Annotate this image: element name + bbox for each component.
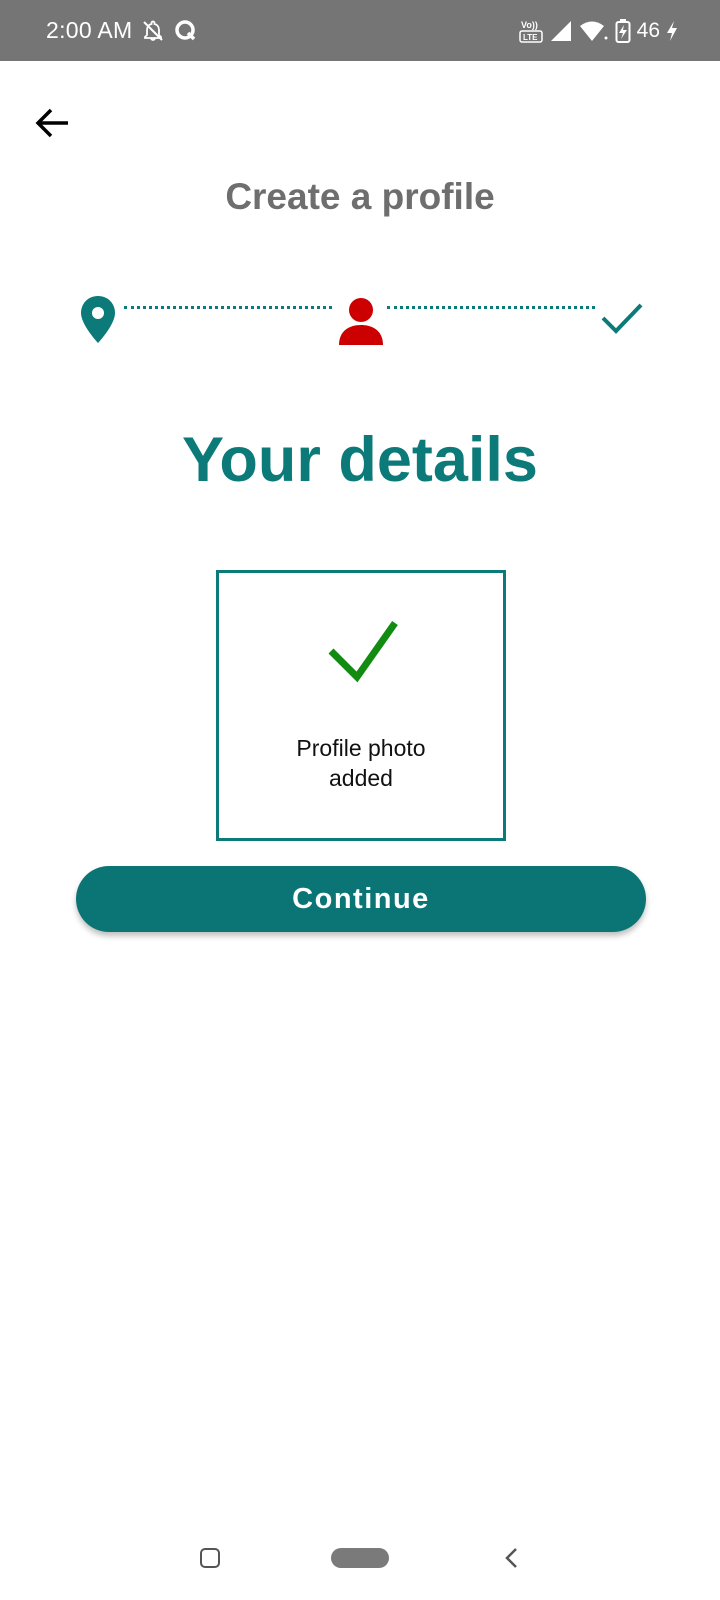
navigation-bar xyxy=(0,1520,720,1600)
status-bar: 2:00 AM Vo)) LTE 46 xyxy=(0,0,720,61)
volte-icon: Vo)) LTE xyxy=(518,18,543,44)
profile-photo-label-line2: added xyxy=(329,765,393,791)
progress-stepper xyxy=(0,290,720,350)
status-time: 2:00 AM xyxy=(46,17,133,43)
step-connector-1 xyxy=(124,306,332,310)
profile-photo-label: Profile photo added xyxy=(219,733,503,793)
step-connector-2 xyxy=(387,306,595,310)
checkmark-icon xyxy=(598,298,646,338)
checkmark-icon xyxy=(328,620,398,683)
status-left: 2:00 AM xyxy=(46,17,199,44)
back-button[interactable] xyxy=(30,100,76,146)
home-button[interactable] xyxy=(331,1548,389,1568)
nav-back-button[interactable] xyxy=(502,1546,522,1570)
svg-text:Vo)): Vo)) xyxy=(521,20,538,30)
screen: 2:00 AM Vo)) LTE 46 Create a profile You… xyxy=(0,0,720,1600)
page-title: Create a profile xyxy=(225,176,495,217)
recents-button[interactable] xyxy=(200,1548,220,1568)
battery-icon xyxy=(615,18,631,44)
person-icon xyxy=(336,296,386,346)
cell-signal-icon xyxy=(549,20,573,42)
location-pin-icon xyxy=(78,294,118,346)
q-app-icon xyxy=(173,18,199,44)
section-heading: Your details xyxy=(182,425,538,495)
status-right: Vo)) LTE 46 xyxy=(513,18,678,44)
chevron-left-icon xyxy=(505,1548,517,1568)
wifi-icon xyxy=(579,20,609,42)
profile-photo-box[interactable]: Profile photo added xyxy=(216,570,506,841)
charging-bolt-icon xyxy=(666,20,678,42)
svg-text:LTE: LTE xyxy=(523,33,538,42)
battery-level: 46 xyxy=(636,18,660,42)
notifications-off-icon xyxy=(141,19,165,43)
continue-button[interactable]: Continue xyxy=(76,866,646,932)
profile-photo-label-line1: Profile photo xyxy=(296,735,426,761)
arrow-left-icon xyxy=(35,108,68,138)
